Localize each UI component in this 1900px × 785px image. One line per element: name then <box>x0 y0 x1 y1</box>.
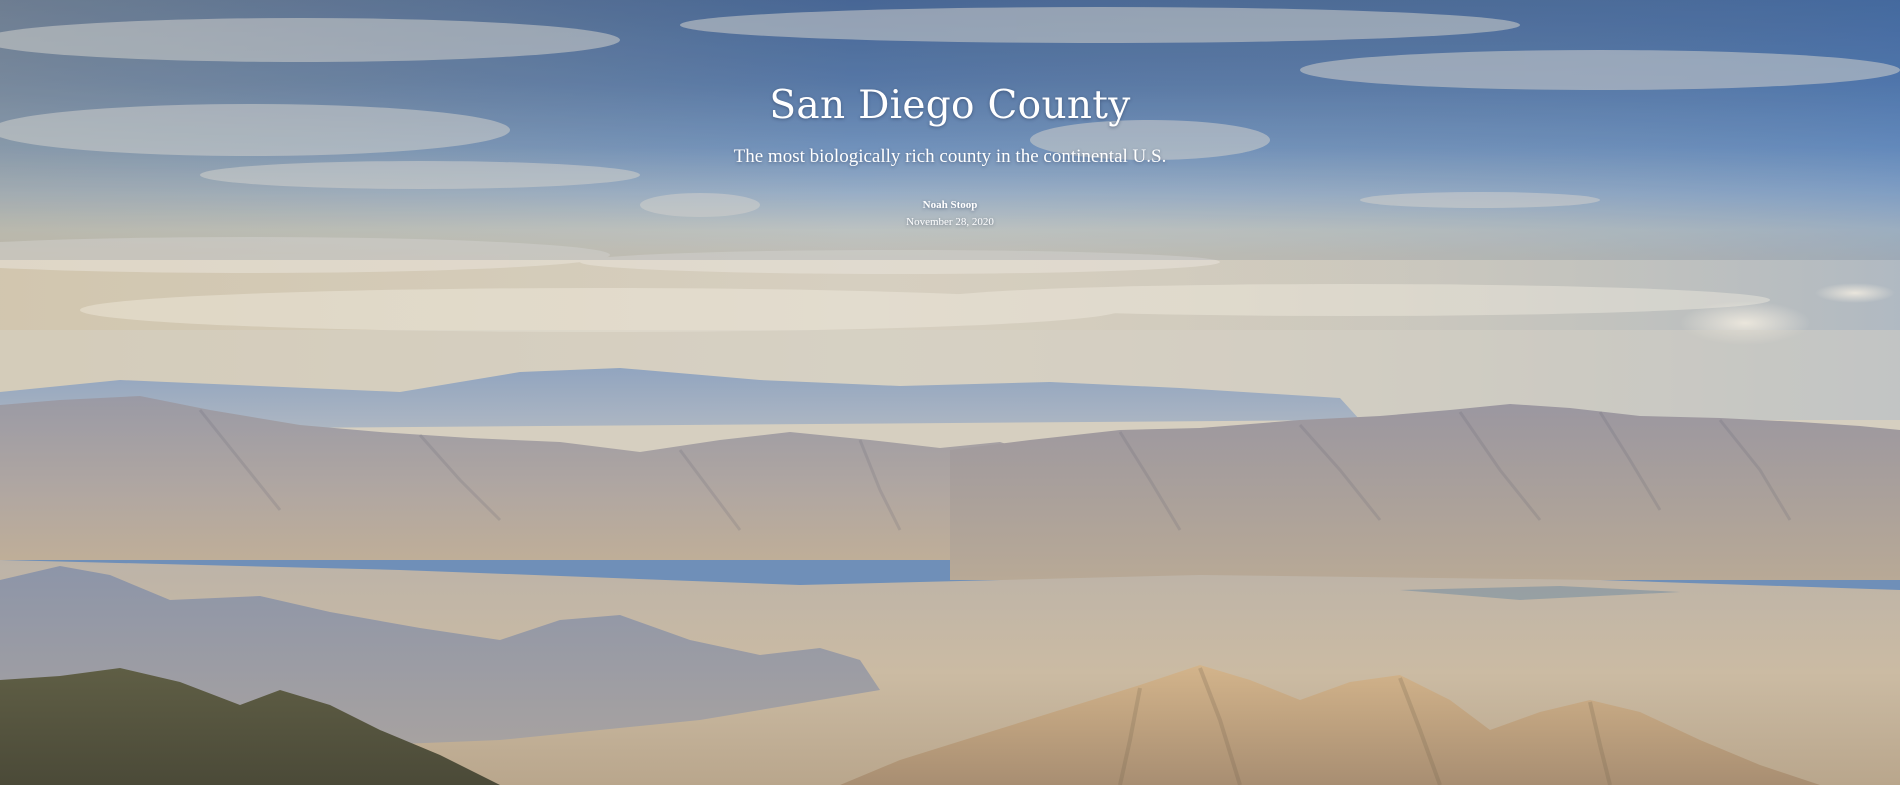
hero-banner: San Diego County The most biologically r… <box>0 0 1900 785</box>
byline: Noah Stoop November 28, 2020 <box>0 198 1900 229</box>
publish-date: November 28, 2020 <box>906 216 994 228</box>
author-name: Noah Stoop <box>922 199 978 211</box>
page-title: San Diego County <box>769 83 1131 128</box>
page-subtitle: The most biologically rich county in the… <box>733 146 1167 167</box>
